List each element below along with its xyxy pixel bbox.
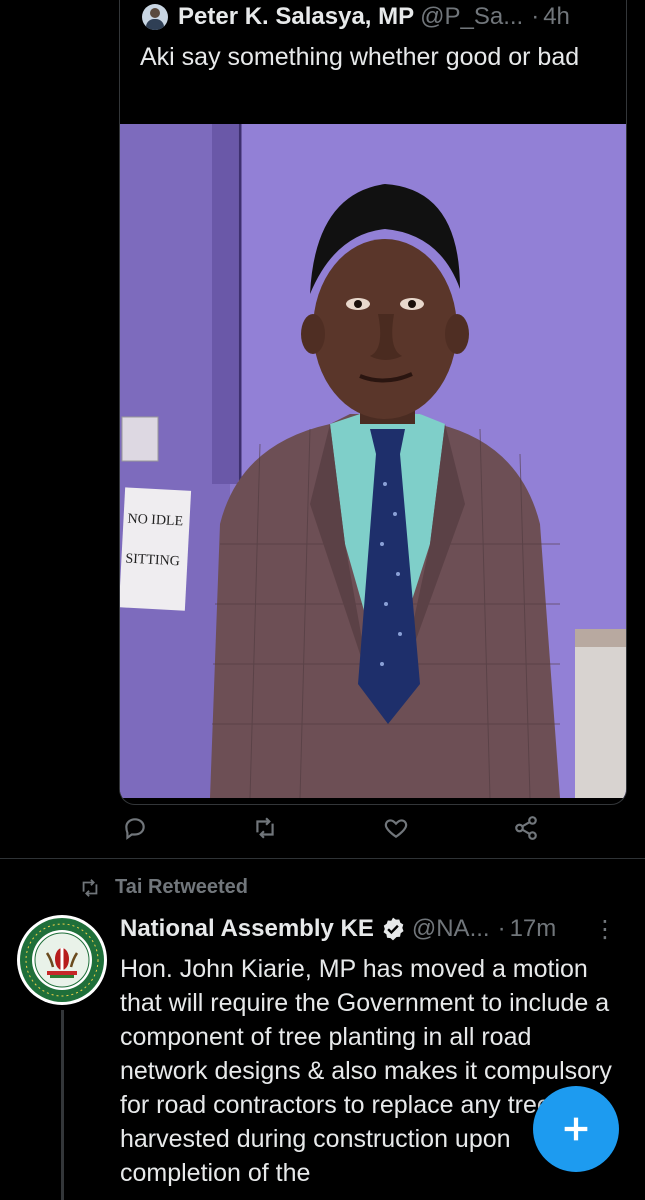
- more-options-icon[interactable]: ⋮: [593, 915, 617, 944]
- timestamp[interactable]: 17m: [510, 915, 557, 943]
- separator: ·: [497, 915, 506, 942]
- retweet-icon: [82, 878, 98, 897]
- national-assembly-seal-icon: [20, 918, 104, 1002]
- share-icon[interactable]: [513, 815, 543, 845]
- quoted-author-name[interactable]: Peter K. Salasya, MP: [178, 3, 414, 31]
- verified-badge-icon: [383, 917, 404, 941]
- separator: ·: [531, 3, 540, 30]
- plus-icon: [564, 1117, 588, 1141]
- quoted-tweet-card[interactable]: Peter K. Salasya, MP @P_Sa... · 4h Aki s…: [119, 0, 627, 805]
- national-assembly-seal-avatar[interactable]: [17, 915, 107, 1005]
- retweet-icon[interactable]: [252, 815, 282, 845]
- tweet-action-bar: [0, 815, 645, 845]
- tweet-header: National Assembly KE @NA... · 17m ⋮: [120, 915, 625, 943]
- author-name[interactable]: National Assembly KE: [120, 915, 374, 943]
- heart-icon[interactable]: [383, 815, 413, 845]
- reply-icon[interactable]: [122, 815, 152, 845]
- quoted-timestamp[interactable]: 4h: [543, 3, 570, 31]
- quoted-author-handle: @P_Sa...: [420, 3, 524, 30]
- tweet-photo[interactable]: NO IDLESITTING: [120, 124, 626, 798]
- thread-line: [61, 1010, 64, 1200]
- retweet-label: Tai Retweeted: [115, 876, 248, 898]
- retweet-context[interactable]: Tai Retweeted: [79, 876, 248, 899]
- user-avatar[interactable]: [142, 4, 168, 30]
- compose-tweet-button[interactable]: [533, 1086, 619, 1172]
- quoted-tweet-text: Aki say something whether good or bad: [140, 43, 580, 71]
- quoted-tweet-header: Peter K. Salasya, MP @P_Sa... · 4h: [142, 3, 570, 31]
- photo-image: NO IDLESITTING: [120, 124, 626, 798]
- tweet-divider: [0, 858, 645, 859]
- author-handle: @NA...: [411, 915, 490, 942]
